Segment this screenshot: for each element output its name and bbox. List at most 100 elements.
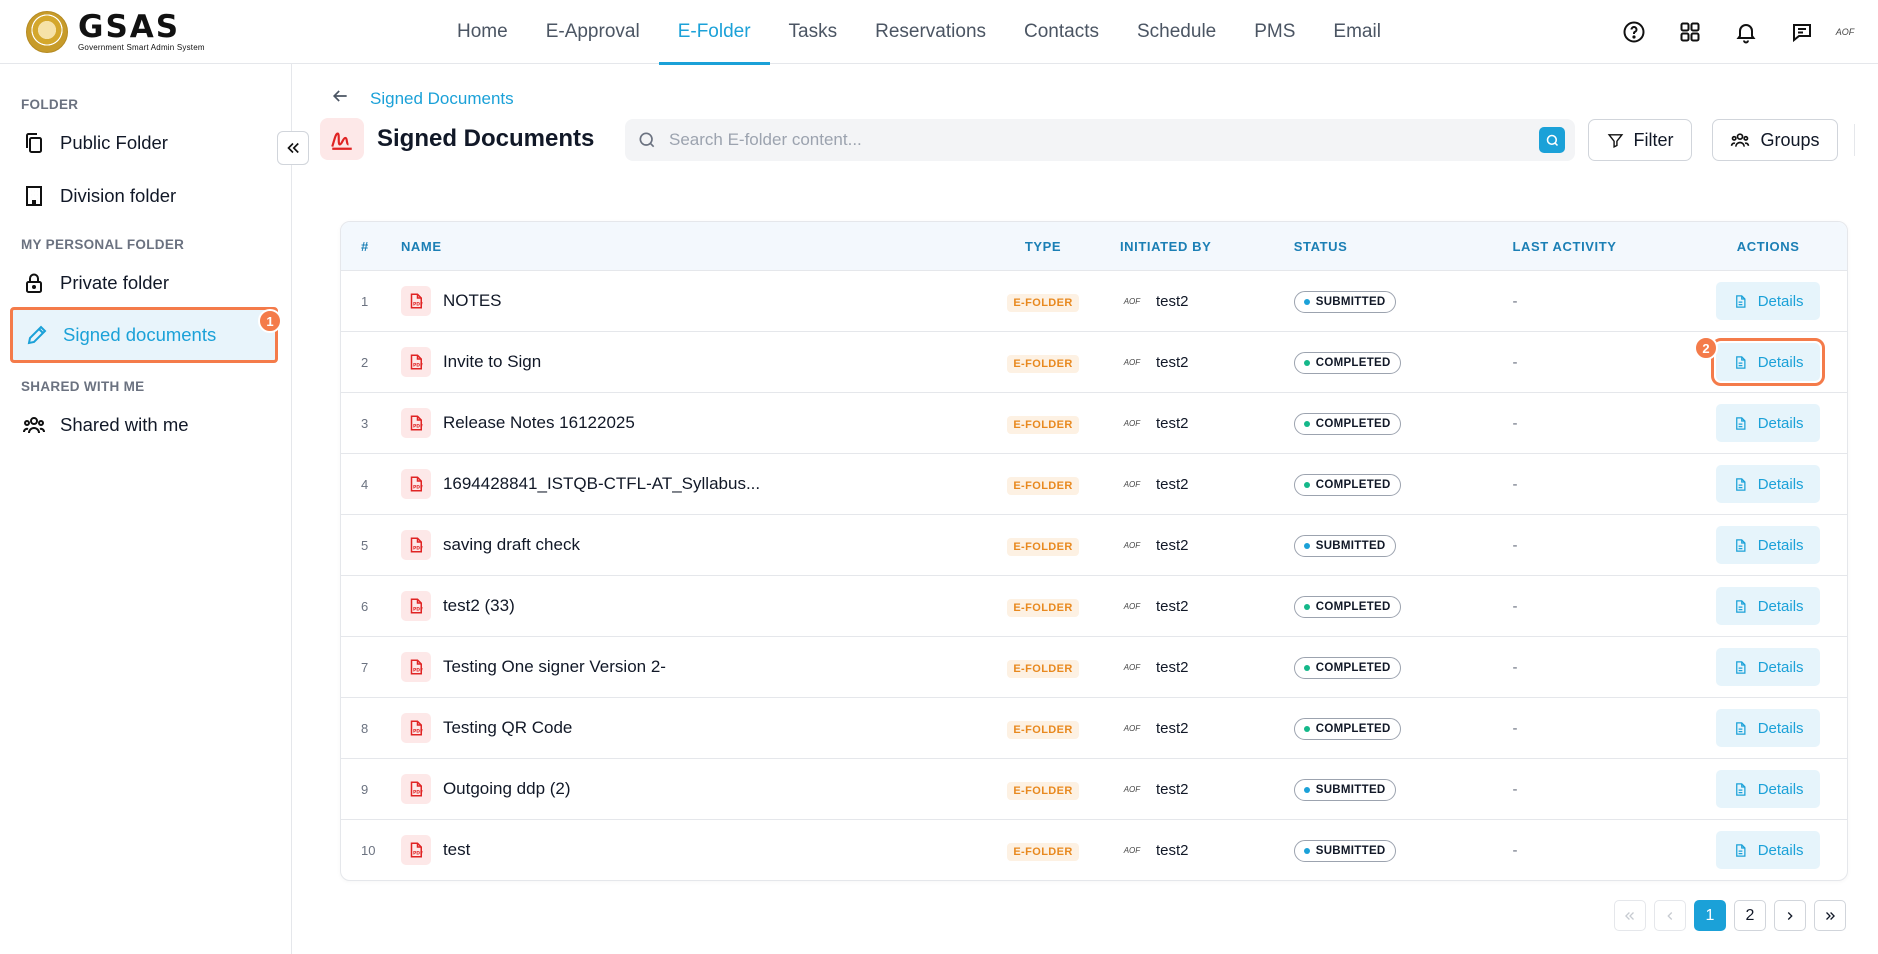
details-button[interactable]: Details — [1716, 831, 1821, 869]
document-name-cell[interactable]: PDF 1694428841_ISTQB-CTFL-AT_Syllabus... — [400, 469, 986, 499]
status-badge: COMPLETED — [1293, 595, 1401, 618]
table-row[interactable]: 4 PDF 1694428841_ISTQB-CTFL-AT_Syllabus...… — [341, 453, 1847, 514]
first-page-button[interactable] — [1614, 900, 1646, 931]
document-name-cell[interactable]: PDF NOTES — [400, 286, 986, 316]
page-button-1[interactable]: 1 — [1694, 900, 1726, 931]
user-avatar[interactable]: AOF — [1830, 17, 1860, 47]
nav-email[interactable]: Email — [1314, 0, 1400, 64]
document-name[interactable]: test — [443, 840, 470, 860]
details-button[interactable]: Details — [1716, 282, 1821, 320]
document-name-cell[interactable]: PDF Testing QR Code — [400, 713, 986, 743]
status-cell: COMPLETED — [1278, 473, 1476, 496]
breadcrumb-link[interactable]: Signed Documents — [370, 89, 514, 109]
nav-schedule[interactable]: Schedule — [1118, 0, 1235, 64]
document-name[interactable]: Release Notes 16122025 — [443, 413, 635, 433]
collapse-sidebar-button[interactable] — [277, 131, 309, 165]
column-header-last-activity[interactable]: LAST ACTIVITY — [1475, 239, 1689, 254]
initiator-name: test2 — [1155, 841, 1189, 859]
document-name-cell[interactable]: PDF test2 (33) — [400, 591, 986, 621]
row-number: 10 — [361, 842, 376, 858]
table-row[interactable]: 10 PDF test E-FOLDER AOF test2 SUBMITTED - Detai… — [341, 819, 1847, 880]
nav-tasks[interactable]: Tasks — [770, 0, 857, 64]
row-number: 2 — [361, 354, 369, 370]
table-row[interactable]: 9 PDF Outgoing ddp (2) E-FOLDER AOF test2 SUBM… — [341, 758, 1847, 819]
nav-pms[interactable]: PMS — [1235, 0, 1314, 64]
page-button-2[interactable]: 2 — [1734, 900, 1766, 931]
table-row[interactable]: 1 PDF NOTES E-FOLDER AOF test2 SUBMITTED - Detai… — [341, 270, 1847, 331]
details-button[interactable]: Details — [1716, 770, 1821, 808]
brand-logo[interactable]: GSAS Government Smart Admin System — [26, 8, 205, 56]
building-icon — [26, 186, 42, 206]
row-number: 7 — [361, 659, 369, 675]
table-row[interactable]: 5 PDF saving draft check E-FOLDER AOF test2 SU… — [341, 514, 1847, 575]
top-icons: AOF — [1606, 0, 1878, 64]
last-page-button[interactable] — [1814, 900, 1846, 931]
document-name-cell[interactable]: PDF test — [400, 835, 986, 865]
nav-e-folder[interactable]: E-Folder — [658, 0, 770, 65]
type-badge: E-FOLDER — [1007, 354, 1079, 373]
next-page-button[interactable] — [1774, 900, 1806, 931]
status-cell: SUBMITTED — [1278, 778, 1476, 801]
back-arrow-icon[interactable] — [330, 86, 350, 112]
status-text: COMPLETED — [1315, 722, 1391, 735]
initiator-cell: AOF test2 — [1100, 720, 1278, 737]
sidebar-item-signed-documents[interactable]: Signed documents — [10, 307, 278, 363]
status-dot — [1303, 542, 1310, 549]
column-header-status[interactable]: STATUS — [1278, 239, 1476, 254]
shared-heading: SHARED WITH ME — [21, 379, 145, 394]
type-badge: E-FOLDER — [1007, 598, 1079, 617]
nav-home[interactable]: Home — [438, 0, 527, 64]
table-row[interactable]: 3 PDF Release Notes 16122025 E-FOLDER AOF tes… — [341, 392, 1847, 453]
nav-contacts[interactable]: Contacts — [1005, 0, 1118, 64]
sidebar-item-private-folder[interactable]: Private folder — [10, 257, 278, 309]
details-button[interactable]: Details — [1716, 404, 1821, 442]
details-button[interactable]: Details — [1716, 709, 1821, 747]
column-header-name[interactable]: NAME — [401, 239, 986, 254]
document-icon — [1733, 416, 1758, 431]
document-name-cell[interactable]: PDF Outgoing ddp (2) — [400, 774, 986, 804]
table-row[interactable]: 2 PDF Invite to Sign E-FOLDER AOF test2 COMPLE… — [341, 331, 1847, 392]
document-name[interactable]: test2 (33) — [443, 596, 515, 616]
details-button[interactable]: Details — [1716, 526, 1821, 564]
document-name[interactable]: Testing One signer Version 2- — [443, 657, 666, 677]
sidebar-item-public-folder[interactable]: Public Folder — [10, 117, 278, 169]
details-button[interactable]: Details — [1711, 338, 1826, 386]
document-name-cell[interactable]: PDF saving draft check — [400, 530, 986, 560]
filter-button[interactable]: Filter — [1588, 119, 1692, 161]
details-button[interactable]: Details — [1716, 465, 1821, 503]
document-name-cell[interactable]: PDF Invite to Sign — [400, 347, 986, 377]
table-row[interactable]: 8 PDF Testing QR Code E-FOLDER AOF test2 COMPL… — [341, 697, 1847, 758]
document-name[interactable]: NOTES — [443, 291, 502, 311]
groups-button[interactable]: Groups — [1712, 119, 1838, 161]
table-row[interactable]: 7 PDF Testing One signer Version 2- E-FOLDE… — [341, 636, 1847, 697]
nav-e-approval[interactable]: E-Approval — [527, 0, 659, 64]
search-input[interactable] — [657, 130, 1539, 150]
prev-page-button[interactable] — [1654, 900, 1686, 931]
help-icon[interactable] — [1606, 0, 1662, 64]
apps-grid-icon[interactable] — [1662, 0, 1718, 64]
document-icon — [1733, 599, 1758, 614]
search-submit-button[interactable] — [1539, 127, 1565, 153]
status-cell: COMPLETED — [1278, 595, 1476, 618]
document-name-cell[interactable]: PDF Testing One signer Version 2- — [400, 652, 986, 682]
document-name[interactable]: saving draft check — [443, 535, 580, 555]
document-name[interactable]: Outgoing ddp (2) — [443, 779, 571, 799]
details-button[interactable]: Details — [1716, 587, 1821, 625]
column-header-num: # — [361, 238, 369, 254]
table-row[interactable]: 6 PDF test2 (33) E-FOLDER AOF test2 COMPLETED -… — [341, 575, 1847, 636]
column-header-initiated-by[interactable]: INITIATED BY — [1100, 239, 1278, 254]
sidebar-item-division-folder[interactable]: Division folder — [10, 170, 278, 222]
details-button[interactable]: Details — [1716, 648, 1821, 686]
status-badge: COMPLETED — [1293, 473, 1401, 496]
document-name[interactable]: Testing QR Code — [443, 718, 572, 738]
column-header-type[interactable]: TYPE — [986, 239, 1100, 254]
document-name-cell[interactable]: PDF Release Notes 16122025 — [400, 408, 986, 438]
document-name[interactable]: 1694428841_ISTQB-CTFL-AT_Syllabus... — [443, 474, 760, 494]
last-activity-cell: - — [1512, 353, 1518, 371]
sidebar-item-shared-with-me[interactable]: Shared with me — [10, 399, 278, 451]
type-cell: E-FOLDER — [986, 352, 1100, 373]
document-name[interactable]: Invite to Sign — [443, 352, 541, 372]
bell-icon[interactable] — [1718, 0, 1774, 64]
chat-icon[interactable] — [1774, 0, 1830, 64]
nav-reservations[interactable]: Reservations — [856, 0, 1005, 64]
